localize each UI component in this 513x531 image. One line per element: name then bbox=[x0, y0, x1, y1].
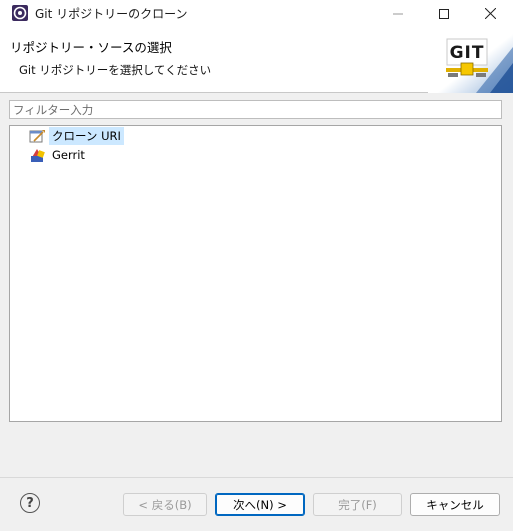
filter-input[interactable] bbox=[9, 100, 502, 119]
next-button[interactable]: 次へ(N) > bbox=[215, 493, 305, 516]
finish-button[interactable]: 完了(F) bbox=[313, 493, 402, 516]
minimize-icon bbox=[393, 13, 403, 14]
eclipse-app-icon bbox=[12, 5, 28, 21]
maximize-button[interactable] bbox=[421, 0, 467, 27]
help-button[interactable]: ? bbox=[20, 493, 40, 513]
footer-divider bbox=[0, 477, 513, 478]
tree-item-label: クローン URI bbox=[49, 127, 124, 145]
gerrit-icon bbox=[31, 149, 45, 162]
tree-item-gerrit[interactable]: Gerrit bbox=[29, 146, 88, 164]
tree-item-clone-uri[interactable]: クローン URI bbox=[29, 127, 124, 145]
minimize-button[interactable] bbox=[375, 0, 421, 27]
window-title: Git リポジトリーのクローン bbox=[35, 7, 188, 21]
clone-uri-icon bbox=[29, 130, 45, 143]
wizard-header: リポジトリー・ソースの選択 Git リポジトリーを選択してください GIT bbox=[0, 27, 513, 93]
maximize-icon bbox=[439, 8, 449, 19]
git-banner-icon: GIT bbox=[428, 27, 513, 93]
repository-source-tree[interactable]: クローン URI Gerrit bbox=[9, 125, 502, 422]
back-button[interactable]: < 戻る(B) bbox=[123, 493, 207, 516]
cancel-button[interactable]: キャンセル bbox=[410, 493, 500, 516]
page-message: Git リポジトリーを選択してください bbox=[19, 63, 212, 77]
close-button[interactable] bbox=[467, 0, 513, 27]
page-title: リポジトリー・ソースの選択 bbox=[10, 40, 172, 55]
title-bar: Git リポジトリーのクローン bbox=[0, 0, 513, 27]
help-icon: ? bbox=[26, 495, 34, 511]
tree-item-label: Gerrit bbox=[52, 148, 85, 162]
close-icon bbox=[484, 8, 496, 19]
svg-text:GIT: GIT bbox=[450, 43, 485, 63]
